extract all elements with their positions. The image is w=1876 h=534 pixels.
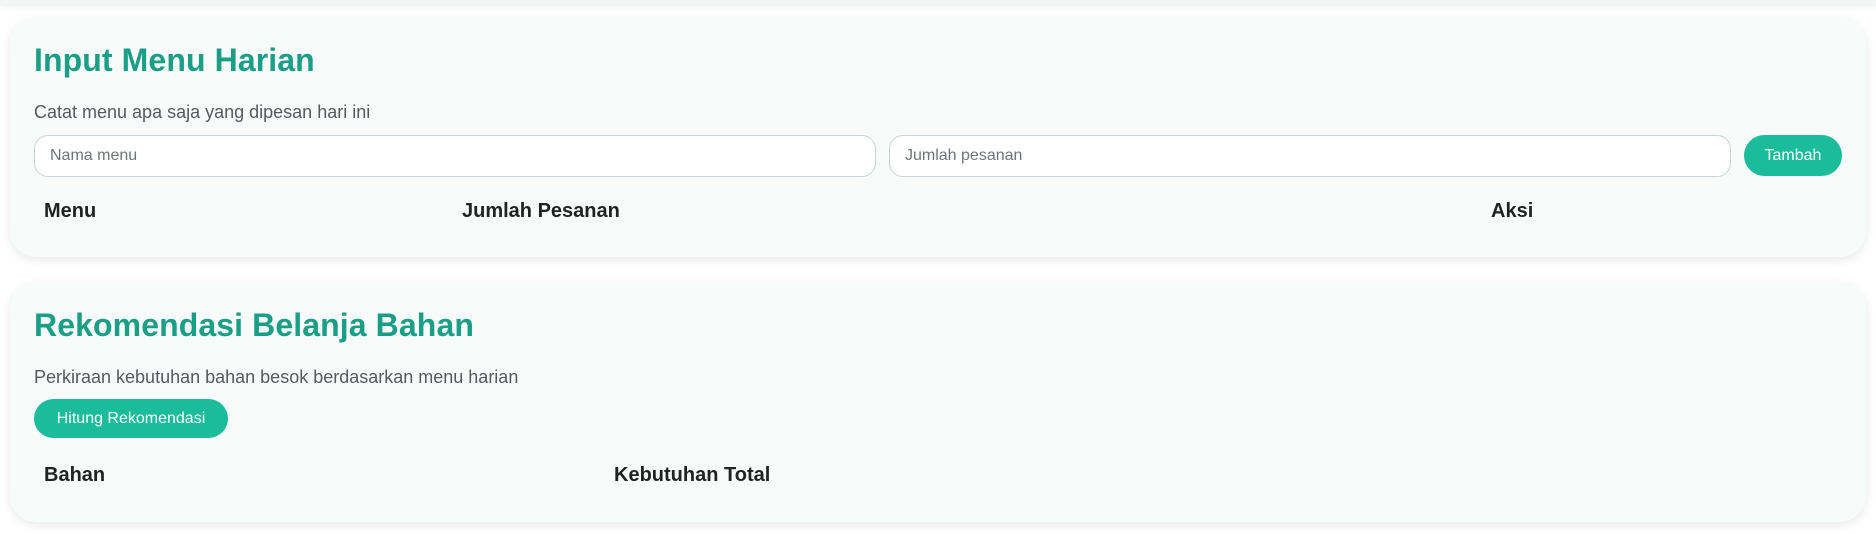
recommendation-subtitle: Perkiraan kebutuhan bahan besok berdasar… <box>34 367 519 387</box>
add-menu-button[interactable]: Tambah <box>1744 135 1842 176</box>
column-header-total-need: Kebutuhan Total <box>614 464 771 486</box>
input-menu-card: Input Menu Harian Catat menu apa saja ya… <box>10 17 1866 257</box>
calculate-recommendation-button[interactable]: Hitung Rekomendasi <box>34 399 228 438</box>
input-menu-title: Input Menu Harian <box>34 42 315 78</box>
menu-name-input[interactable] <box>34 135 876 177</box>
shopping-recommendation-card: Rekomendasi Belanja Bahan Perkiraan kebu… <box>10 282 1866 522</box>
input-menu-subtitle: Catat menu apa saja yang dipesan hari in… <box>34 102 371 122</box>
top-divider <box>0 0 1876 6</box>
column-header-ingredient: Bahan <box>44 464 106 486</box>
column-header-order-quantity: Jumlah Pesanan <box>462 200 620 222</box>
column-header-action: Aksi <box>1491 200 1534 222</box>
order-quantity-input[interactable] <box>889 135 1731 177</box>
recommendation-title: Rekomendasi Belanja Bahan <box>34 307 474 343</box>
column-header-menu: Menu <box>44 200 97 222</box>
